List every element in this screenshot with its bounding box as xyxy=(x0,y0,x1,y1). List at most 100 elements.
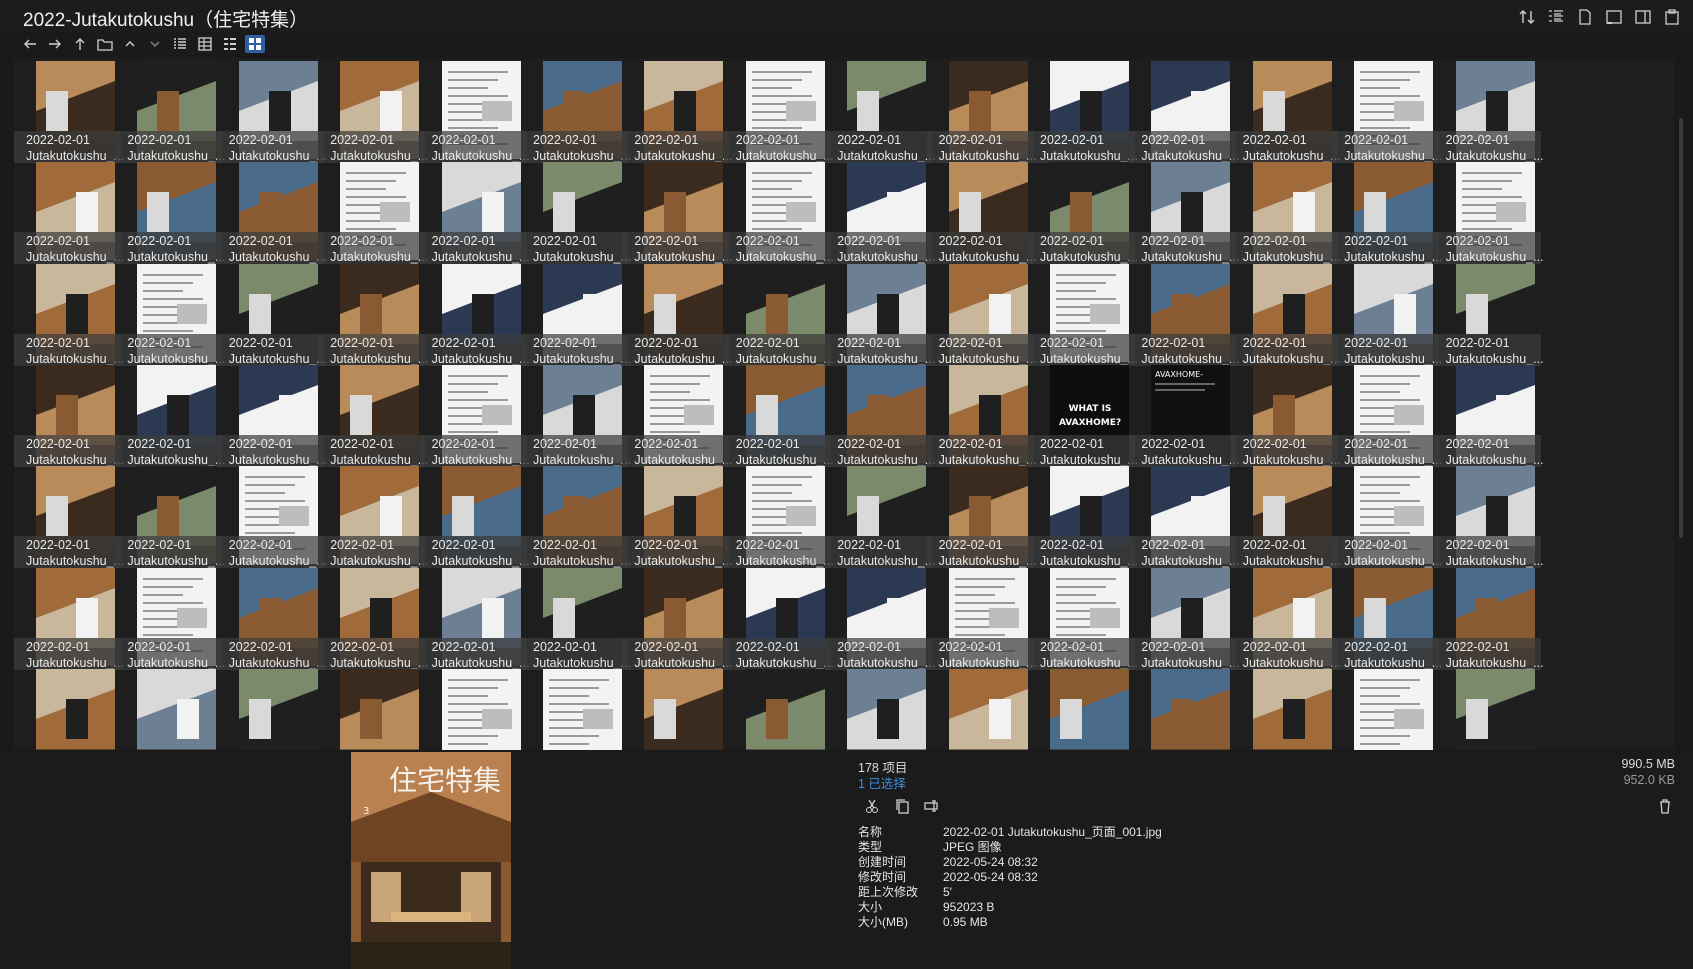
thumbnail-item[interactable]: 2022-02-01 Jutakutokushu_... xyxy=(419,58,530,163)
rename-icon[interactable] xyxy=(924,798,940,814)
thumbnail-item[interactable]: 2022-02-01 Jutakutokushu_... xyxy=(723,261,834,366)
thumbnail-item[interactable]: 2022-02-01 Jutakutokushu_... xyxy=(1028,565,1138,670)
thumbnail-item[interactable] xyxy=(521,666,628,750)
thumbnail-view-icon[interactable] xyxy=(245,35,265,53)
thumbnail-item[interactable]: 2022-02-01 Jutakutokushu_... xyxy=(419,565,530,670)
thumbnail-item[interactable]: 2022-02-01 Jutakutokushu_... xyxy=(1433,565,1544,670)
thumbnail-item[interactable]: 2022-02-01 Jutakutokushu_... xyxy=(1332,565,1442,670)
thumbnail-item[interactable]: WHAT IS AVAXHOME? 2022-02-01 Jutakutokushu_… xyxy=(1028,362,1138,467)
thumbnail-item[interactable] xyxy=(217,666,324,750)
thumbnail-item[interactable]: 2022-02-01 Jutakutokushu_... xyxy=(1129,58,1239,163)
thumbnail-item[interactable]: 2022-02-01 Jutakutokushu_... xyxy=(1332,362,1442,467)
thumbnail-item[interactable]: 2022-02-01 Jutakutokushu_... xyxy=(1332,159,1442,265)
thumbnail-item[interactable]: 2022-02-01 Jutakutokushu_... xyxy=(926,362,1037,467)
cut-icon[interactable] xyxy=(864,798,880,814)
thumbnail-item[interactable] xyxy=(14,666,121,750)
thumbnail-item[interactable]: 2022-02-01 Jutakutokushu_... xyxy=(1332,58,1442,163)
thumbnail-item[interactable]: 2022-02-01 Jutakutokushu_... xyxy=(926,261,1037,366)
thumbnail-item[interactable]: 2022-02-01 Jutakutokushu_... xyxy=(521,159,631,265)
selected-count[interactable]: 1 已选择 xyxy=(858,773,906,792)
thumbnail-item[interactable] xyxy=(1434,666,1541,750)
thumbnail-item[interactable]: 2022-02-01 Jutakutokushu_... xyxy=(622,261,732,366)
thumbnail-item[interactable]: 2022-02-01 Jutakutokushu_... xyxy=(1129,463,1239,569)
thumbnail-item[interactable]: 2022-02-01 Jutakutokushu_... xyxy=(419,362,530,467)
thumbnail-item[interactable]: 2022-02-01 Jutakutokushu_... xyxy=(723,362,834,467)
thumbnail-item[interactable]: 2022-02-01 Jutakutokushu_... xyxy=(622,159,732,265)
thumbnail-item[interactable]: 2022-02-01 Jutakutokushu_... xyxy=(115,362,225,467)
clipboard-icon[interactable] xyxy=(1663,8,1681,26)
thumbnail-item[interactable]: 2022-02-01 Jutakutokushu_... xyxy=(521,261,631,366)
thumbnail-item[interactable]: 2022-02-01 Jutakutokushu_... xyxy=(419,159,530,265)
delete-icon[interactable] xyxy=(1657,798,1673,814)
thumbnail-item[interactable]: 2022-02-01 Jutakutokushu_... xyxy=(1129,159,1239,265)
tiles-view-icon[interactable] xyxy=(220,35,240,53)
thumbnail-item[interactable]: 2022-02-01 Jutakutokushu_... xyxy=(14,58,124,163)
thumbnail-item[interactable]: 2022-02-01 Jutakutokushu_... xyxy=(622,362,732,467)
thumbnail-item[interactable]: 2022-02-01 Jutakutokushu_... xyxy=(723,565,834,670)
thumbnail-item[interactable] xyxy=(622,666,729,750)
thumbnail-item[interactable]: 2022-02-01 Jutakutokushu_... xyxy=(521,463,631,569)
thumbnail-item[interactable]: 2022-02-01 Jutakutokushu_... xyxy=(926,463,1037,569)
thumbnail-item[interactable] xyxy=(115,666,222,750)
thumbnail-item[interactable] xyxy=(1332,666,1439,750)
thumbnail-item[interactable]: 2022-02-01 Jutakutokushu_... xyxy=(318,362,428,467)
thumbnail-item[interactable]: 2022-02-01 Jutakutokushu_... xyxy=(115,565,225,670)
thumbnail-item[interactable]: 2022-02-01 Jutakutokushu_... xyxy=(14,159,124,265)
thumbnail-item[interactable]: 2022-02-01 Jutakutokushu_... xyxy=(1433,58,1544,163)
thumbnail-item[interactable]: 2022-02-01 Jutakutokushu_... xyxy=(1433,463,1544,569)
thumbnail-item[interactable]: 2022-02-01 Jutakutokushu_... xyxy=(318,463,428,569)
thumbnail-item[interactable]: 2022-02-01 Jutakutokushu_... xyxy=(318,261,428,366)
thumbnail-item[interactable] xyxy=(420,666,527,750)
list-view-icon[interactable] xyxy=(170,35,190,53)
sort-icon[interactable] xyxy=(1518,8,1536,26)
thumbnail-item[interactable] xyxy=(1231,666,1338,750)
forward-icon[interactable] xyxy=(45,35,65,53)
thumbnail-item[interactable]: 2022-02-01 Jutakutokushu_... xyxy=(825,159,935,265)
thumbnail-item[interactable]: 2022-02-01 Jutakutokushu_... xyxy=(1332,463,1442,569)
thumbnail-item[interactable]: 2022-02-01 Jutakutokushu_... xyxy=(318,159,428,265)
thumbnail-item[interactable]: AVAXHOME- 2022-02-01 Jutakutokushu_... xyxy=(1129,362,1239,467)
thumbnail-item[interactable]: 2022-02-01 Jutakutokushu_... xyxy=(1028,159,1138,265)
thumbnail-item[interactable]: 2022-02-01 Jutakutokushu_... xyxy=(1028,58,1138,163)
chevron-down-icon[interactable] xyxy=(145,35,165,53)
thumbnail-item[interactable]: 2022-02-01 Jutakutokushu_... xyxy=(926,58,1037,163)
thumbnail-item[interactable]: 2022-02-01 Jutakutokushu_... xyxy=(14,261,124,366)
thumbnail-item[interactable]: 2022-02-01 Jutakutokushu_... xyxy=(216,362,327,467)
thumbnail-item[interactable]: 2022-02-01 Jutakutokushu_... xyxy=(1230,362,1341,467)
thumbnail-item[interactable]: 2022-02-01 Jutakutokushu_... xyxy=(521,58,631,163)
vertical-scrollbar[interactable] xyxy=(1677,58,1685,750)
thumbnail-item[interactable]: 2022-02-01 Jutakutokushu_... xyxy=(1433,159,1544,265)
thumbnail-item[interactable]: 2022-02-01 Jutakutokushu_... xyxy=(216,261,327,366)
thumbnail-item[interactable]: 2022-02-01 Jutakutokushu_... xyxy=(14,565,124,670)
thumbnail-item[interactable]: 2022-02-01 Jutakutokushu_... xyxy=(825,261,935,366)
thumbnail-item[interactable]: 2022-02-01 Jutakutokushu_... xyxy=(14,362,124,467)
thumbnail-item[interactable] xyxy=(825,666,932,750)
thumbnail-item[interactable]: 2022-02-01 Jutakutokushu_... xyxy=(115,58,225,163)
thumbnail-item[interactable]: 2022-02-01 Jutakutokushu_... xyxy=(1230,261,1341,366)
thumbnail-item[interactable]: 2022-02-01 Jutakutokushu_... xyxy=(723,58,834,163)
thumbnail-item[interactable]: 2022-02-01 Jutakutokushu_... xyxy=(1230,565,1341,670)
thumbnail-item[interactable]: 2022-02-01 Jutakutokushu_... xyxy=(1433,362,1544,467)
thumbnail-item[interactable]: 2022-02-01 Jutakutokushu_... xyxy=(216,463,327,569)
scrollbar-thumb[interactable] xyxy=(1679,118,1683,538)
chevron-up-icon[interactable] xyxy=(120,35,140,53)
thumbnail-item[interactable]: 2022-02-01 Jutakutokushu_... xyxy=(622,58,732,163)
up-icon[interactable] xyxy=(70,35,90,53)
thumbnail-item[interactable]: 2022-02-01 Jutakutokushu_... xyxy=(1028,261,1138,366)
thumbnail-item[interactable]: 2022-02-01 Jutakutokushu_... xyxy=(318,58,428,163)
folder-icon[interactable] xyxy=(95,35,115,53)
thumbnail-item[interactable] xyxy=(1129,666,1236,750)
thumbnail-item[interactable]: 2022-02-01 Jutakutokushu_... xyxy=(1129,565,1239,670)
thumbnail-item[interactable]: 2022-02-01 Jutakutokushu_... xyxy=(115,261,225,366)
thumbnail-item[interactable]: 2022-02-01 Jutakutokushu_... xyxy=(1230,58,1341,163)
thumbnail-item[interactable]: 2022-02-01 Jutakutokushu_... xyxy=(216,565,327,670)
thumbnail-item[interactable]: 2022-02-01 Jutakutokushu_... xyxy=(216,159,327,265)
thumbnail-item[interactable]: 2022-02-01 Jutakutokushu_... xyxy=(419,261,530,366)
thumbnail-item[interactable] xyxy=(1028,666,1135,750)
thumbnail-item[interactable]: 2022-02-01 Jutakutokushu_... xyxy=(622,565,732,670)
thumbnail-item[interactable]: 2022-02-01 Jutakutokushu_... xyxy=(318,565,428,670)
thumbnail-item[interactable]: 2022-02-01 Jutakutokushu_... xyxy=(1028,463,1138,569)
thumbnail-item[interactable] xyxy=(318,666,425,750)
pane-icon[interactable] xyxy=(1605,8,1623,26)
thumbnail-item[interactable]: 2022-02-01 Jutakutokushu_... xyxy=(926,159,1037,265)
